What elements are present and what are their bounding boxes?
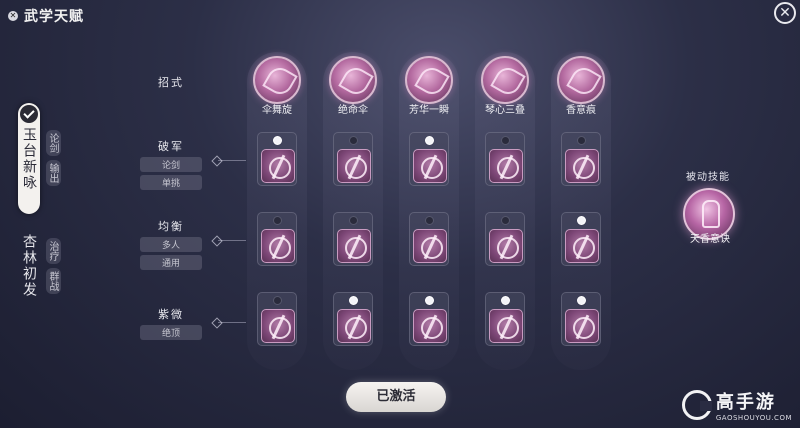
row-tag: 多人	[140, 237, 202, 252]
skill-name: 绝命伞	[338, 105, 368, 116]
activate-button[interactable]: 已激活	[346, 382, 446, 412]
talent-icon	[489, 229, 523, 263]
path-tag: 输出	[46, 160, 61, 186]
radio-indicator	[577, 216, 586, 225]
skill-name: 伞舞旋	[262, 105, 292, 116]
watermark-text: 高手游 GAOSHOUYOU.COM	[716, 388, 792, 422]
skill-icon[interactable]	[253, 56, 301, 104]
path-tab-xinglin[interactable]: 杏林初发	[18, 230, 40, 324]
talent-slot[interactable]	[485, 212, 525, 266]
talent-icon	[489, 149, 523, 183]
radio-indicator	[349, 216, 358, 225]
row-name: 紫微	[158, 308, 184, 321]
path-tags-xinglin: 治疗 群战	[46, 238, 61, 294]
talent-slot[interactable]	[333, 292, 373, 346]
talent-slot[interactable]	[257, 212, 297, 266]
talent-icon	[261, 149, 295, 183]
gaoshouyou-logo-icon	[681, 390, 712, 420]
talent-slot[interactable]	[333, 132, 373, 186]
row-name: 均衡	[158, 220, 184, 233]
row-label-junheng: 均衡 多人 通用	[140, 218, 202, 270]
watermark: 高手游 GAOSHOUYOU.COM	[681, 388, 792, 422]
radio-indicator	[501, 136, 510, 145]
row-label-moves: 招式	[158, 74, 184, 90]
radio-indicator	[501, 216, 510, 225]
radio-indicator	[577, 296, 586, 305]
path-tab-label: 杏林初发	[21, 234, 37, 298]
skill-name: 琴心三叠	[485, 105, 525, 116]
skill-icon[interactable]	[557, 56, 605, 104]
talent-slot[interactable]	[561, 212, 601, 266]
talent-slot[interactable]	[333, 212, 373, 266]
check-icon	[20, 105, 38, 123]
talent-slot[interactable]	[561, 292, 601, 346]
talent-icon	[261, 309, 295, 343]
close-button[interactable]: ✕	[774, 2, 796, 24]
skill-icon[interactable]	[405, 56, 453, 104]
row-tag: 论剑	[140, 157, 202, 172]
talent-icon	[489, 309, 523, 343]
talent-icon	[261, 229, 295, 263]
row-name: 招式	[158, 76, 184, 89]
path-tag: 论剑	[46, 130, 61, 156]
row-connector	[218, 322, 246, 323]
row-connector	[218, 160, 246, 161]
radio-indicator	[273, 216, 282, 225]
talent-icon	[565, 309, 599, 343]
path-tab-yutai[interactable]: 玉台新咏	[18, 103, 40, 214]
radio-indicator	[273, 136, 282, 145]
talent-slot[interactable]	[257, 132, 297, 186]
talent-slot[interactable]	[409, 212, 449, 266]
talent-slot[interactable]	[257, 292, 297, 346]
row-tag: 通用	[140, 255, 202, 270]
path-tag: 群战	[46, 268, 61, 294]
talent-icon	[337, 149, 371, 183]
talent-slot[interactable]	[409, 132, 449, 186]
talent-icon	[337, 309, 371, 343]
path-tags-yutai: 论剑 输出	[46, 130, 61, 186]
talent-icon	[565, 229, 599, 263]
title-dot-icon: ✕	[8, 11, 18, 21]
talent-icon	[337, 229, 371, 263]
passive-name: 天香意诀	[690, 234, 730, 245]
radio-indicator	[349, 296, 358, 305]
talent-slot[interactable]	[409, 292, 449, 346]
passive-label: 被动技能	[686, 172, 730, 183]
talent-icon	[413, 229, 447, 263]
row-tag: 单挑	[140, 175, 202, 190]
title-bar: ✕ 武学天赋	[8, 6, 84, 26]
row-name: 破军	[158, 140, 184, 153]
row-label-ziwei: 紫微 绝顶	[140, 306, 202, 340]
talent-slot[interactable]	[561, 132, 601, 186]
watermark-brand: 高手游	[715, 392, 776, 413]
watermark-url: GAOSHOUYOU.COM	[715, 414, 792, 422]
row-tag: 绝顶	[140, 325, 202, 340]
row-label-pojun: 破军 论剑 单挑	[140, 138, 202, 190]
talent-slot[interactable]	[485, 132, 525, 186]
page-title: 武学天赋	[24, 9, 84, 25]
talent-icon	[413, 149, 447, 183]
radio-indicator	[501, 296, 510, 305]
skill-icon[interactable]	[481, 56, 529, 104]
talent-slot[interactable]	[485, 292, 525, 346]
talent-icon	[413, 309, 447, 343]
skill-name: 芳华一瞬	[409, 105, 449, 116]
skill-icon[interactable]	[329, 56, 377, 104]
path-tag: 治疗	[46, 238, 61, 264]
row-connector	[218, 240, 246, 241]
skill-name: 香意痕	[566, 105, 596, 116]
radio-indicator	[425, 136, 434, 145]
radio-indicator	[349, 136, 358, 145]
radio-indicator	[425, 296, 434, 305]
radio-indicator	[425, 216, 434, 225]
radio-indicator	[273, 296, 282, 305]
path-tab-label: 玉台新咏	[21, 127, 37, 191]
radio-indicator	[577, 136, 586, 145]
talent-icon	[565, 149, 599, 183]
